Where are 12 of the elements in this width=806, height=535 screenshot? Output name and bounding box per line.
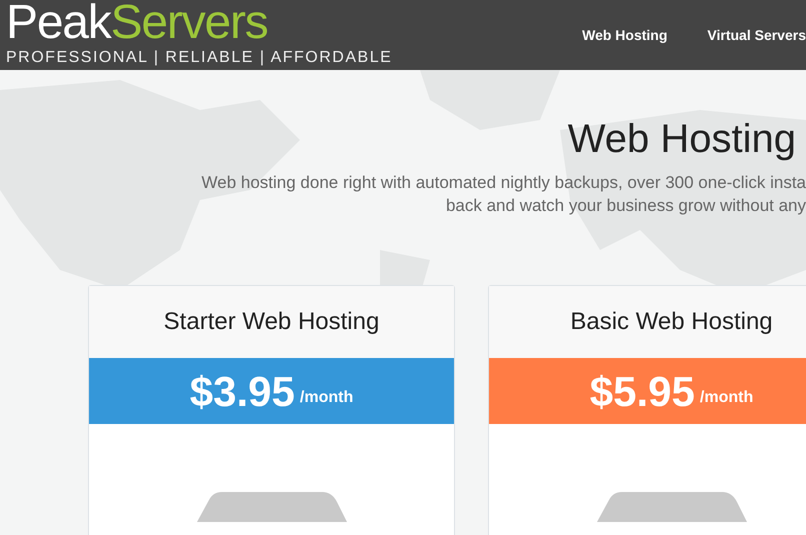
plan-title: Starter Web Hosting bbox=[89, 286, 454, 358]
plan-period: /month bbox=[700, 388, 754, 408]
nav-link[interactable]: Web Hosting bbox=[582, 24, 668, 46]
plan-period: /month bbox=[300, 388, 354, 408]
hero-title: Web Hosting bbox=[568, 116, 796, 163]
plan-title: Basic Web Hosting bbox=[489, 286, 806, 358]
logo[interactable]: PeakServers bbox=[6, 0, 392, 46]
plan-price: $5.95 bbox=[590, 366, 695, 416]
plan-price: $3.95 bbox=[190, 366, 295, 416]
nav-link[interactable]: Virtual Servers bbox=[707, 24, 806, 46]
logo-tagline: PROFESSIONAL | RELIABLE | AFFORDABLE bbox=[6, 48, 392, 68]
hero-description: Web hosting done right with automated nightly backups, over 300 one-click insta back and watch your business grow without any bbox=[202, 172, 806, 217]
